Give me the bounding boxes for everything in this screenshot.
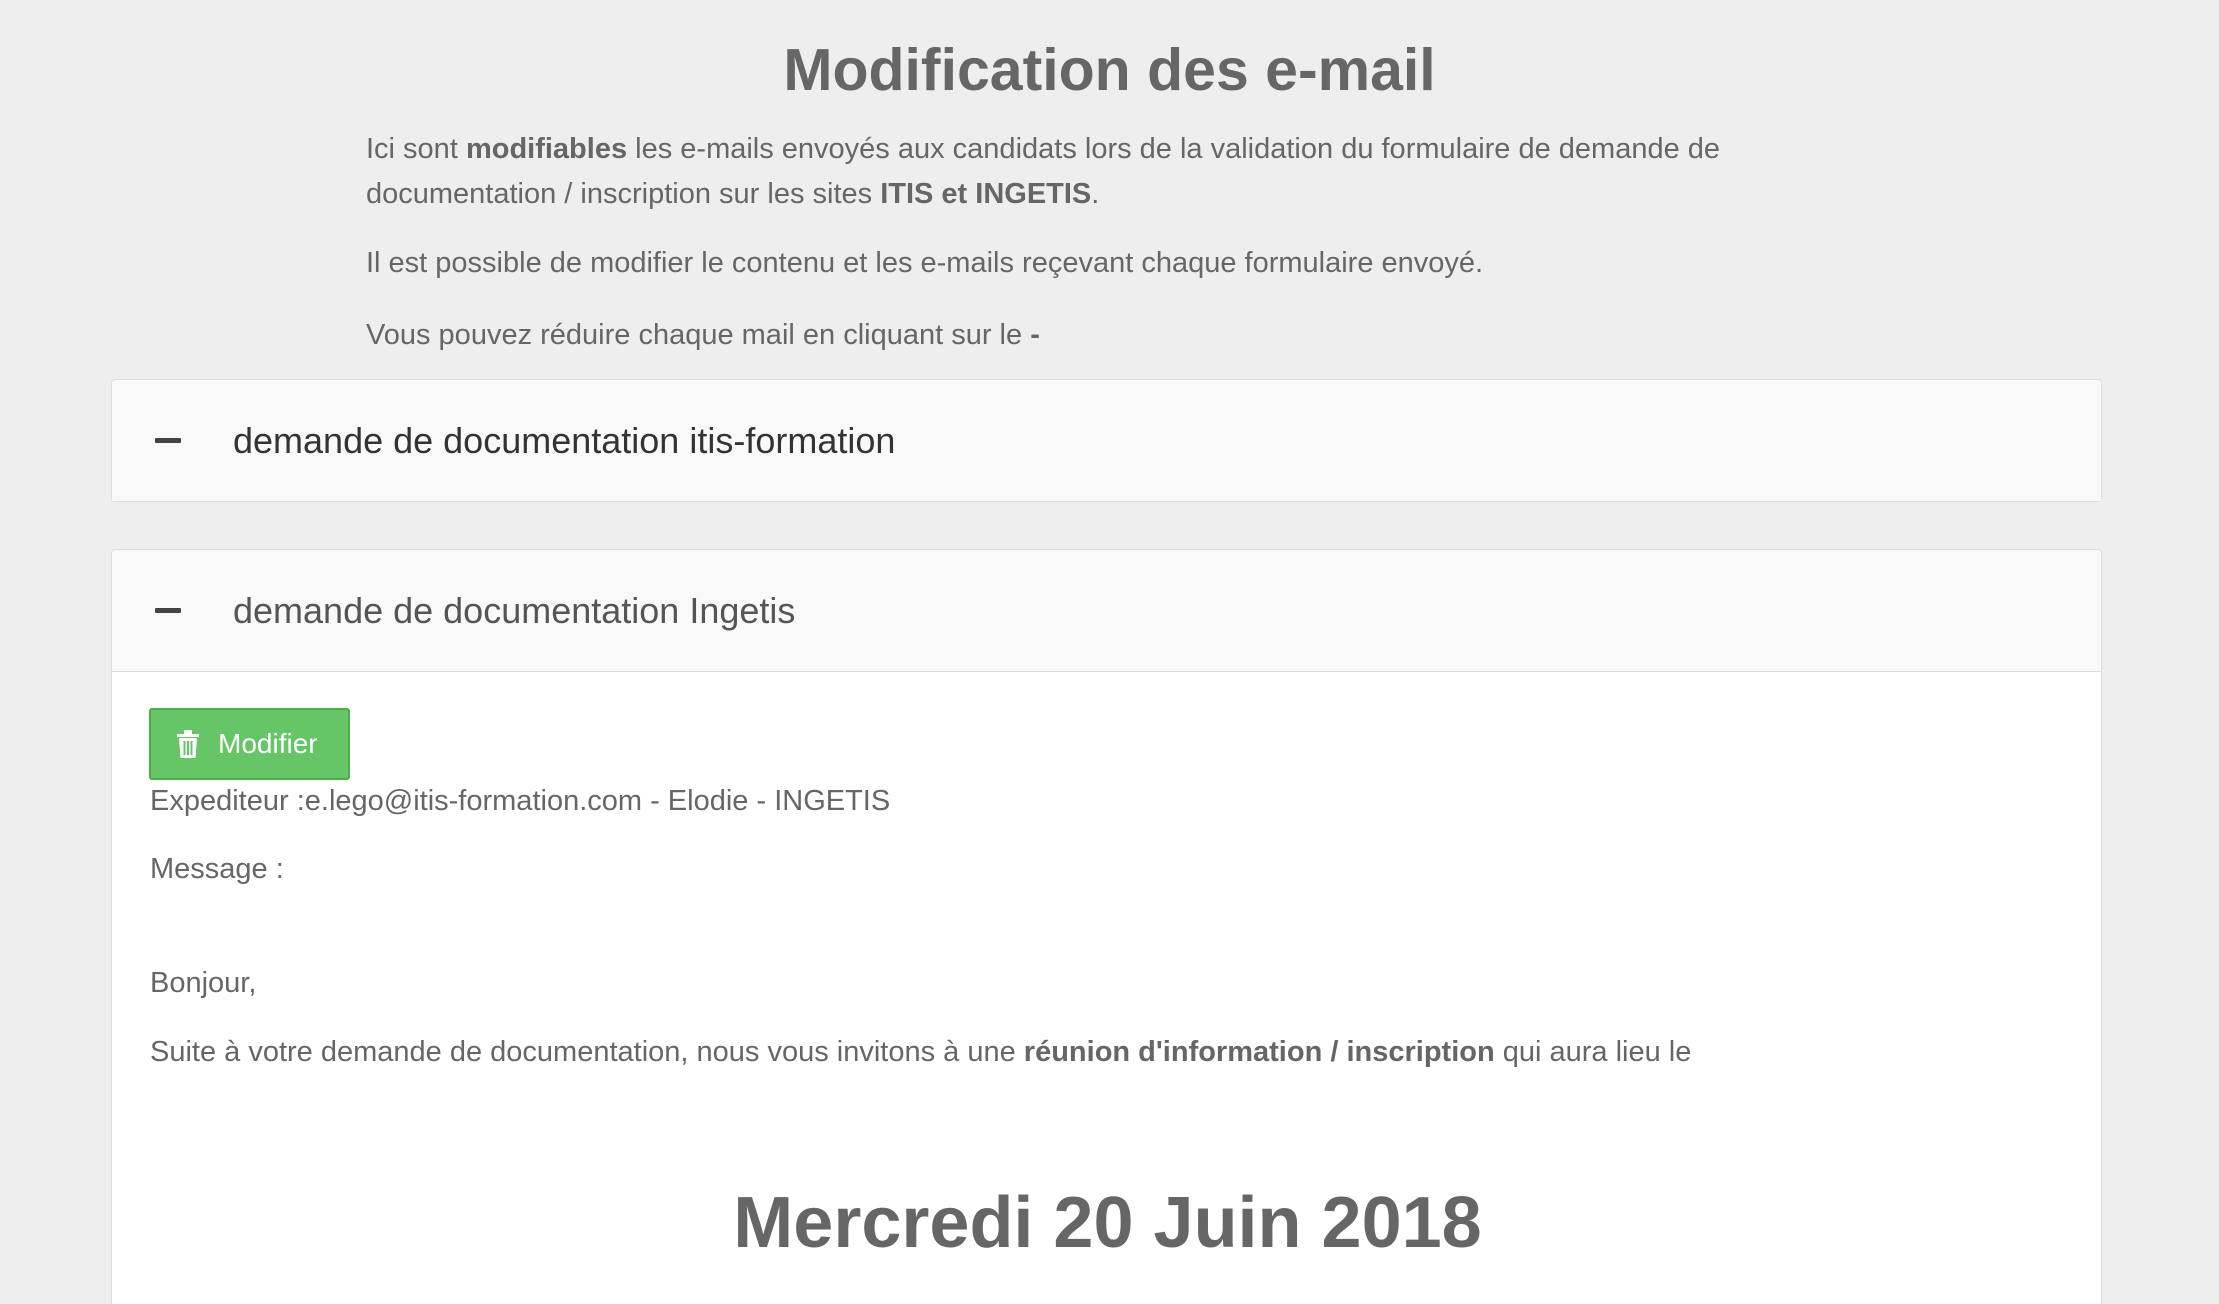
greeting: Bonjour, [150, 967, 257, 999]
message-text-fragment: Suite à votre demande de documentation, … [150, 1036, 1024, 1068]
minus-icon[interactable] [155, 438, 181, 443]
message-body: Suite à votre demande de documentation, … [150, 1036, 1691, 1069]
intro-text-fragment: Ici sont [366, 133, 466, 165]
minus-icon[interactable] [155, 608, 181, 613]
meeting-date: Mercredi 20 Juin 2018 [733, 1183, 1482, 1263]
intro-paragraph-2: Il est possible de modifier le contenu e… [366, 247, 1484, 279]
intro-bold-fragment: ITIS et INGETIS [880, 178, 1092, 210]
intro-text: Ici sont modifiables les e-mails envoyés… [366, 127, 1866, 382]
panel-title: demande de documentation itis-formation [233, 419, 896, 461]
message-bold-fragment: réunion d'information / inscription [1023, 1036, 1495, 1068]
panel-heading-ingetis[interactable]: demande de documentation Ingetis [112, 550, 2101, 672]
page: Modification des e-mail Ici sont modifia… [0, 0, 2219, 1304]
trash-icon [177, 730, 199, 758]
intro-text-fragment: Vous pouvez réduire chaque mail en cliqu… [366, 319, 1031, 351]
panel-title: demande de documentation Ingetis [233, 589, 796, 631]
panel-heading-itis[interactable]: demande de documentation itis-formation [112, 380, 2101, 501]
email-panel-ingetis: demande de documentation Ingetis Modifie… [111, 549, 2102, 1304]
sender-line: Expediteur :e.lego@itis-formation.com - … [150, 785, 891, 817]
modifier-button[interactable]: Modifier [149, 708, 350, 780]
intro-text-fragment: . [1091, 178, 1100, 210]
message-label: Message : [150, 853, 284, 885]
intro-bold-fragment: modifiables [465, 133, 628, 165]
intro-bold-fragment: - [1030, 319, 1040, 351]
intro-paragraph-3: Vous pouvez réduire chaque mail en cliqu… [366, 313, 1866, 358]
intro-paragraph-1: Ici sont modifiables les e-mails envoyés… [366, 127, 1866, 217]
page-title: Modification des e-mail [783, 37, 1436, 103]
modifier-button-label: Modifier [218, 728, 318, 759]
email-panel-itis: demande de documentation itis-formation [111, 379, 2102, 502]
message-text-fragment: qui aura lieu le [1494, 1036, 1692, 1068]
